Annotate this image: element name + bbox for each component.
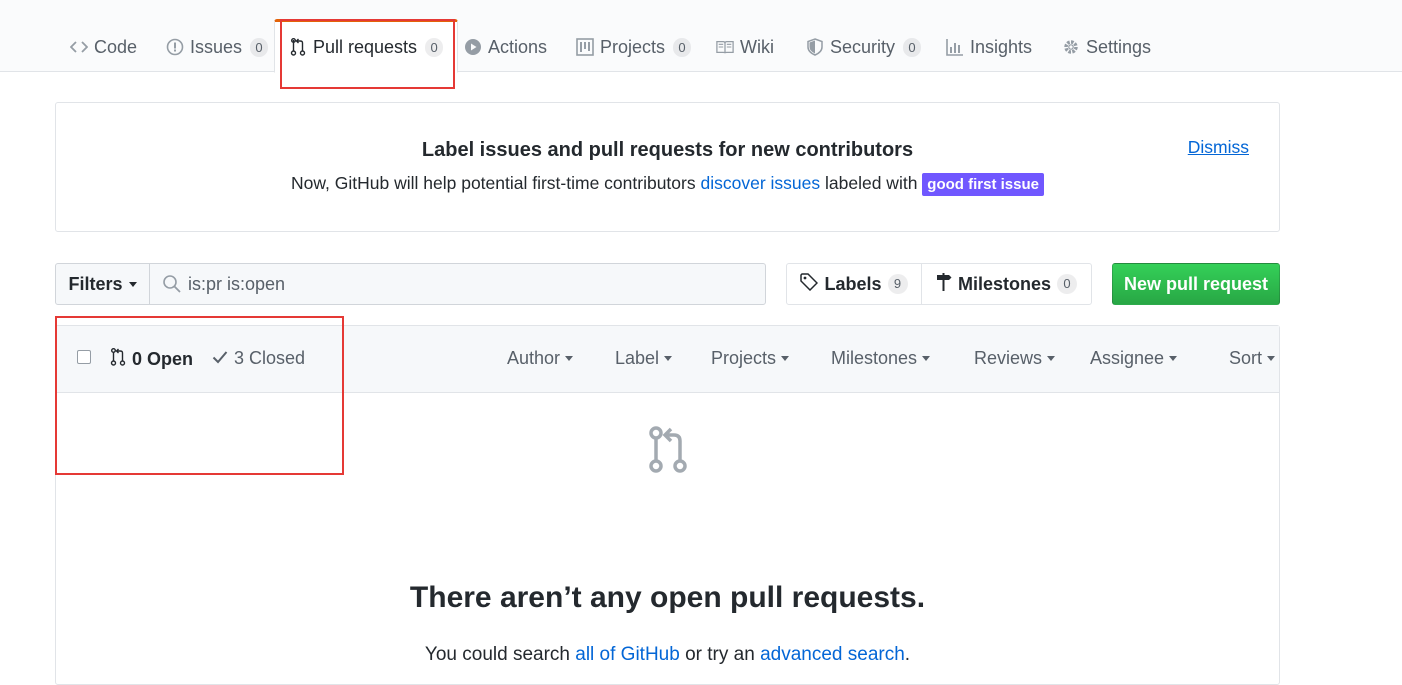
sorter-label: Milestones bbox=[831, 348, 918, 368]
reviews-filter[interactable]: Reviews bbox=[974, 348, 1056, 369]
play-icon bbox=[464, 38, 482, 56]
chevron-down-icon bbox=[664, 356, 673, 361]
milestones-count: 0 bbox=[1057, 274, 1078, 294]
sorter-label: Assignee bbox=[1090, 348, 1165, 368]
banner-title: Label issues and pull requests for new c… bbox=[421, 139, 914, 161]
author-filter[interactable]: Author bbox=[507, 348, 574, 369]
tab-label: Issues bbox=[190, 36, 243, 57]
milestone-icon bbox=[936, 272, 952, 296]
tab-label: Projects bbox=[600, 36, 666, 57]
sorter-label: Label bbox=[615, 348, 660, 368]
tab-code[interactable]: Code bbox=[70, 22, 137, 72]
repo-nav: Code Issues 0 Pull requests 0 Actions Pr… bbox=[0, 0, 1402, 73]
milestones-button[interactable]: Milestones 0 bbox=[921, 263, 1092, 305]
search-icon bbox=[162, 274, 182, 294]
sorter-label: Sort bbox=[1229, 348, 1263, 368]
sorter-label: Projects bbox=[711, 348, 777, 368]
search-box bbox=[149, 263, 766, 305]
chevron-down-icon bbox=[1267, 356, 1276, 361]
projects-count: 0 bbox=[673, 37, 692, 57]
blankslate-text-after: . bbox=[904, 644, 911, 665]
labels-label: Labels bbox=[824, 273, 882, 294]
project-icon bbox=[576, 38, 594, 56]
tab-issues[interactable]: Issues 0 bbox=[166, 22, 269, 72]
assignee-filter[interactable]: Assignee bbox=[1090, 348, 1178, 369]
milestones-label: Milestones bbox=[957, 273, 1052, 294]
search-input[interactable] bbox=[188, 273, 748, 295]
label-filter[interactable]: Label bbox=[615, 348, 673, 369]
sort-filter[interactable]: Sort bbox=[1229, 348, 1276, 369]
tab-actions[interactable]: Actions bbox=[464, 22, 547, 72]
issues-count: 0 bbox=[250, 37, 269, 57]
chevron-down-icon bbox=[1047, 356, 1056, 361]
book-icon bbox=[716, 38, 734, 56]
banner-text-after: labeled with bbox=[825, 173, 918, 193]
new-contributors-banner: Label issues and pull requests for new c… bbox=[55, 102, 1280, 232]
gear-icon bbox=[1062, 38, 1080, 56]
chevron-down-icon bbox=[922, 356, 931, 361]
code-icon bbox=[70, 38, 88, 56]
tab-insights[interactable]: Insights bbox=[946, 22, 1032, 72]
blankslate-title: There aren’t any open pull requests. bbox=[409, 581, 926, 614]
milestones-filter[interactable]: Milestones bbox=[831, 348, 931, 369]
new-pull-request-button[interactable]: New pull request bbox=[1112, 263, 1280, 305]
dismiss-button[interactable]: Dismiss bbox=[1188, 137, 1249, 158]
projects-filter[interactable]: Projects bbox=[711, 348, 790, 369]
sorter-label: Author bbox=[507, 348, 561, 368]
discover-issues-link[interactable]: discover issues bbox=[700, 173, 820, 193]
banner-text-before: Now, GitHub will help potential first-ti… bbox=[291, 173, 696, 193]
chevron-down-icon bbox=[565, 356, 574, 361]
chevron-down-icon bbox=[128, 281, 137, 287]
labels-count: 9 bbox=[887, 274, 908, 294]
tab-label: Security bbox=[830, 36, 896, 57]
all-of-github-link[interactable]: all of GitHub bbox=[575, 644, 680, 665]
chevron-down-icon bbox=[781, 356, 790, 361]
tab-projects[interactable]: Projects 0 bbox=[576, 22, 692, 72]
chevron-down-icon bbox=[1169, 356, 1178, 361]
tab-label: Wiki bbox=[740, 36, 774, 57]
tab-label: Settings bbox=[1086, 36, 1152, 57]
tag-icon bbox=[800, 272, 819, 296]
tab-label: Code bbox=[94, 36, 138, 57]
banner-text: Now, GitHub will help potential first-ti… bbox=[56, 173, 1279, 196]
tab-label: Actions bbox=[488, 36, 548, 57]
security-count: 0 bbox=[903, 37, 922, 57]
blankslate-text-middle: or try an bbox=[685, 644, 755, 665]
tab-wiki[interactable]: Wiki bbox=[716, 22, 774, 72]
tab-settings[interactable]: Settings bbox=[1062, 22, 1151, 72]
tab-label: Insights bbox=[970, 36, 1033, 57]
pull-request-icon bbox=[649, 426, 689, 474]
labels-button[interactable]: Labels 9 bbox=[786, 263, 922, 305]
filters-label: Filters bbox=[68, 273, 123, 294]
graph-icon bbox=[946, 38, 964, 56]
blankslate-text: You could search all of GitHub or try an… bbox=[56, 644, 1279, 666]
annotation-box-states bbox=[55, 316, 344, 475]
filters-button[interactable]: Filters bbox=[55, 263, 150, 305]
good-first-issue-label[interactable]: good first issue bbox=[922, 173, 1044, 196]
blankslate-text-before: You could search bbox=[424, 644, 570, 665]
annotation-box-tab bbox=[280, 19, 455, 89]
tab-security[interactable]: Security 0 bbox=[806, 22, 922, 72]
issue-icon bbox=[166, 38, 184, 56]
advanced-search-link[interactable]: advanced search bbox=[760, 644, 905, 665]
shield-icon bbox=[806, 38, 824, 56]
sorter-label: Reviews bbox=[974, 348, 1043, 368]
